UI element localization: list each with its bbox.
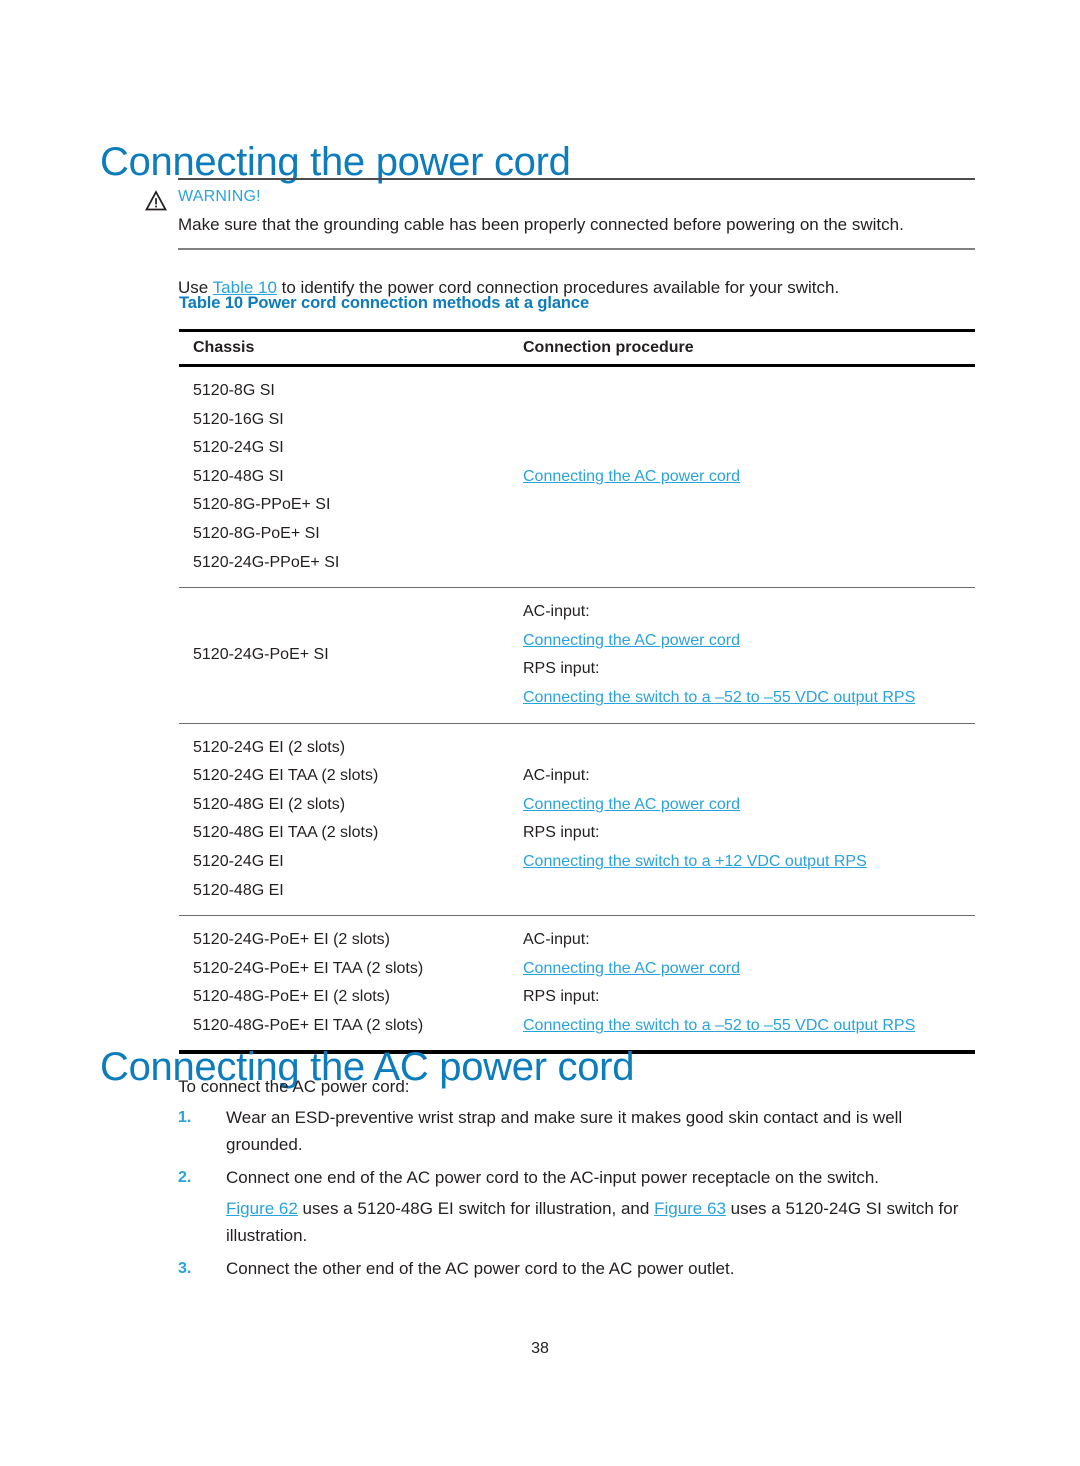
chassis-model: 5120-24G EI [193, 852, 284, 870]
step-number: 1. [178, 1109, 192, 1126]
warning-triangle-icon [144, 190, 168, 212]
chassis-model: 5120-24G SI [193, 439, 284, 457]
procedure-label: AC-input: [523, 767, 590, 785]
cell-chassis: 5120-8G SI 5120-16G SI 5120-24G SI 5120-48G… [179, 365, 509, 589]
cell-connection-procedure: AC-input: Connecting the AC power cord RPS… [509, 915, 975, 1055]
chassis-model: 5120-8G SI [193, 382, 275, 399]
column-header-connection-procedure: Connection procedure [509, 329, 975, 367]
procedure-link[interactable]: Connecting the AC power cord [523, 960, 740, 977]
step-subtext: Figure 62 uses a 5120-48G EI switch for … [226, 1199, 959, 1245]
chassis-model: 5120-24G EI TAA (2 slots) [193, 767, 379, 785]
procedure-link[interactable]: Connecting the AC power cord [523, 796, 740, 813]
chassis-model: 5120-48G EI TAA (2 slots) [193, 824, 379, 842]
column-header-chassis: Chassis [179, 329, 509, 367]
table-caption: Table 10 Power cord connection methods a… [179, 294, 590, 312]
step-body: Connect the other end of the AC power co… [226, 1255, 978, 1282]
chassis-model: 5120-24G EI (2 slots) [193, 738, 346, 756]
chassis-model: 5120-48G EI [193, 881, 284, 899]
procedure-link[interactable]: Connecting the AC power cord [523, 468, 740, 485]
warning-block: WARNING! Make sure that the grounding ca… [178, 178, 975, 250]
table-header-row: Chassis Connection procedure [179, 329, 975, 367]
chassis-model: 5120-8G-PoE+ SI [193, 524, 320, 542]
step-text: Connect the other end of the AC power co… [226, 1259, 735, 1278]
step-number: 2. [178, 1169, 192, 1186]
step-text: Connect one end of the AC power cord to … [226, 1168, 879, 1187]
warning-label: WARNING! [178, 188, 261, 205]
procedure-link[interactable]: Connecting the switch to a –52 to –55 VD… [523, 689, 915, 706]
chassis-model: 5120-24G-PoE+ EI (2 slots) [193, 931, 390, 949]
chassis-model: 5120-48G-PoE+ EI TAA (2 slots) [193, 1016, 424, 1034]
procedure-label: RPS input: [523, 824, 600, 842]
step-item: 1. Wear an ESD-preventive wrist strap and… [178, 1104, 978, 1158]
step-text: Wear an ESD-preventive wrist strap and m… [226, 1108, 903, 1154]
steps-intro: To connect the AC power cord: [178, 1077, 410, 1096]
chassis-model: 5120-8G-PPoE+ SI [193, 496, 331, 514]
chassis-model: 5120-24G-PoE+ SI [193, 646, 329, 664]
cell-connection-procedure: Connecting the AC power cord [509, 365, 975, 589]
step-item: 2. Connect one end of the AC power cord t… [178, 1164, 978, 1249]
table-row: 5120-24G-PoE+ SI AC-input: Connecting the … [179, 587, 975, 724]
procedure-label: RPS input: [523, 988, 600, 1006]
chassis-model: 5120-16G SI [193, 410, 284, 428]
warning-text: Make sure that the grounding cable has b… [178, 215, 904, 234]
figure-62-link[interactable]: Figure 62 [226, 1199, 298, 1218]
warning-rule-bottom [178, 248, 975, 250]
chassis-model: 5120-24G-PoE+ EI TAA (2 slots) [193, 959, 424, 977]
cell-chassis: 5120-24G-PoE+ SI [179, 587, 509, 724]
steps-list: 1. Wear an ESD-preventive wrist strap and… [178, 1104, 978, 1288]
chassis-model: 5120-48G EI (2 slots) [193, 795, 346, 813]
step-body: Connect one end of the AC power cord to … [226, 1164, 978, 1249]
step-item: 3. Connect the other end of the AC power … [178, 1255, 978, 1282]
procedure-label: AC-input: [523, 931, 590, 949]
page-number: 38 [531, 1340, 549, 1357]
step-body: Wear an ESD-preventive wrist strap and m… [226, 1104, 978, 1158]
cell-connection-procedure: AC-input: Connecting the AC power cord RPS… [509, 723, 975, 917]
procedure-link[interactable]: Connecting the switch to a –52 to –55 VD… [523, 1017, 915, 1034]
step-number: 3. [178, 1260, 192, 1277]
procedure-link[interactable]: Connecting the switch to a +12 VDC outpu… [523, 853, 867, 870]
cell-chassis: 5120-24G EI (2 slots) 5120-24G EI TAA (2 … [179, 723, 509, 917]
table-row: 5120-24G EI (2 slots) 5120-24G EI TAA (2 … [179, 723, 975, 917]
document-page: Connecting the power cord WARNING! Make … [0, 0, 1080, 1466]
figure-63-link[interactable]: Figure 63 [654, 1199, 726, 1218]
power-cord-methods-table: Chassis Connection procedure 5120-8G SI 5… [179, 329, 975, 1055]
procedure-label: AC-input: [523, 603, 590, 621]
chassis-model: 5120-24G-PPoE+ SI [193, 553, 340, 571]
procedure-label: RPS input: [523, 660, 600, 678]
chassis-model: 5120-48G SI [193, 467, 284, 485]
cell-chassis: 5120-24G-PoE+ EI (2 slots) 5120-24G-PoE+ … [179, 915, 509, 1055]
table-row: 5120-8G SI 5120-16G SI 5120-24G SI 5120-48G… [179, 365, 975, 589]
table-body: 5120-8G SI 5120-16G SI 5120-24G SI 5120-48G… [179, 365, 975, 1055]
cell-connection-procedure: AC-input: Connecting the AC power cord RPS… [509, 587, 975, 724]
chassis-model: 5120-48G-PoE+ EI (2 slots) [193, 988, 390, 1006]
procedure-link[interactable]: Connecting the AC power cord [523, 632, 740, 649]
table-row: 5120-24G-PoE+ EI (2 slots) 5120-24G-PoE+ … [179, 915, 975, 1055]
